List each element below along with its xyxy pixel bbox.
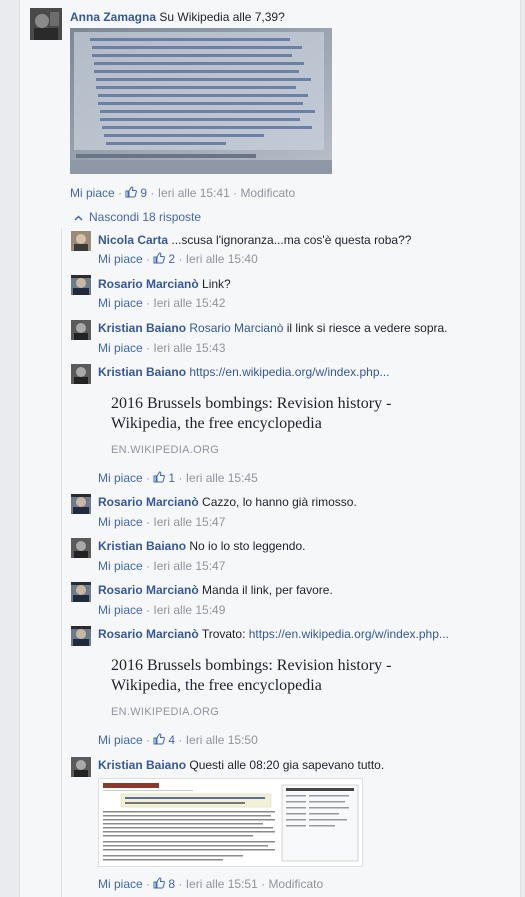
link-preview[interactable]: 2016 Brussels bombings: Revision history… (111, 394, 411, 456)
reply-author[interactable]: Rosario Marcianò (98, 495, 199, 509)
reply-author[interactable]: Nicola Carta (98, 233, 168, 247)
hide-replies-link[interactable]: Nascondi 18 risposte (74, 210, 201, 224)
replies-thread-line (61, 228, 62, 897)
preview-title: 2016 Brussels bombings: Revision history… (111, 657, 392, 694)
thumbs-up-icon (153, 471, 166, 483)
like-button[interactable]: Mi piace (70, 186, 115, 200)
reply-time[interactable]: Ieri alle 15:42 (153, 296, 225, 310)
reply-time[interactable]: Ieri alle 15:43 (153, 341, 225, 355)
avatar[interactable] (30, 8, 62, 40)
url-link[interactable]: https://en.wikipedia.org/w/index.php... (249, 627, 449, 641)
avatar[interactable] (71, 320, 91, 340)
avatar[interactable] (71, 494, 91, 514)
reply-author[interactable]: Kristian Baiano (98, 539, 186, 553)
reply-text: Questi alle 08:20 gia sapevano tutto. (189, 758, 385, 772)
like-button[interactable]: Mi piace (98, 603, 143, 617)
reply-text: Manda il link, per favore. (202, 583, 333, 597)
avatar[interactable] (71, 538, 91, 558)
mention-link[interactable]: Rosario Marcianò (189, 321, 283, 335)
like-button[interactable]: Mi piace (98, 296, 143, 310)
comment-text: Su Wikipedia alle 7,39? (159, 10, 285, 24)
reply-time[interactable]: Ieri alle 15:50 (186, 733, 258, 747)
reply-author[interactable]: Rosario Marcianò (98, 627, 199, 641)
edited-label[interactable]: Modificato (268, 877, 323, 891)
url-link[interactable]: https://en.wikipedia.org/w/index.php... (189, 365, 389, 379)
thumbs-up-icon (125, 186, 138, 198)
avatar[interactable] (71, 364, 91, 384)
reply-time[interactable]: Ieri alle 15:49 (153, 603, 225, 617)
avatar[interactable] (71, 275, 91, 295)
like-button[interactable]: Mi piace (98, 515, 143, 529)
reply-author[interactable]: Kristian Baiano (98, 365, 186, 379)
reply-author[interactable]: Rosario Marcianò (98, 583, 199, 597)
comment-photo[interactable] (70, 28, 332, 174)
like-button[interactable]: Mi piace (98, 252, 143, 266)
avatar[interactable] (71, 757, 91, 777)
like-count[interactable]: 4 (153, 733, 175, 747)
reply-time[interactable]: Ieri alle 15:51 (186, 877, 258, 891)
preview-domain: EN.WIKIPEDIA.ORG (111, 706, 220, 718)
reply-text: No io lo sto leggendo. (189, 539, 306, 553)
reply-author[interactable]: Rosario Marcianò (98, 277, 199, 291)
like-button[interactable]: Mi piace (98, 733, 143, 747)
reply-text: il link si riesce a vedere sopra. (286, 321, 448, 335)
thumbs-up-icon (153, 733, 166, 745)
like-button[interactable]: Mi piace (98, 341, 143, 355)
like-button[interactable]: Mi piace (98, 559, 143, 573)
reply-text: ...scusa l'ignoranza...ma cos'è questa r… (171, 233, 412, 247)
like-count[interactable]: 8 (153, 877, 175, 891)
reply-text: Cazzo, lo hanno già rimosso. (202, 495, 357, 509)
reply-time[interactable]: Ieri alle 15:45 (186, 471, 258, 485)
reply-time[interactable]: Ieri alle 15:47 (153, 559, 225, 573)
reply-time[interactable]: Ieri alle 15:40 (186, 252, 258, 266)
reply-text: Trovato: (201, 627, 246, 641)
reply-time[interactable]: Ieri alle 15:47 (153, 515, 225, 529)
avatar[interactable] (71, 626, 91, 646)
reply-photo[interactable] (98, 778, 363, 867)
thumbs-up-icon (153, 877, 166, 889)
thumbs-up-icon (153, 252, 166, 264)
like-count[interactable]: 1 (153, 471, 175, 485)
reply-text: Link? (202, 277, 231, 291)
link-preview[interactable]: 2016 Brussels bombings: Revision history… (111, 656, 411, 718)
avatar[interactable] (71, 231, 91, 251)
like-button[interactable]: Mi piace (98, 877, 143, 891)
comment-author[interactable]: Anna Zamagna (70, 10, 156, 24)
like-count[interactable]: 9 (125, 186, 147, 200)
reply-author[interactable]: Kristian Baiano (98, 321, 186, 335)
preview-title: 2016 Brussels bombings: Revision history… (111, 395, 392, 432)
like-button[interactable]: Mi piace (98, 471, 143, 485)
reply-author[interactable]: Kristian Baiano (98, 758, 186, 772)
preview-domain: EN.WIKIPEDIA.ORG (111, 444, 220, 456)
like-count[interactable]: 2 (153, 252, 175, 266)
edited-label[interactable]: Modificato (240, 186, 295, 200)
chevron-up-icon (74, 210, 83, 224)
comment-time[interactable]: Ieri alle 15:41 (158, 186, 230, 200)
avatar[interactable] (71, 582, 91, 602)
